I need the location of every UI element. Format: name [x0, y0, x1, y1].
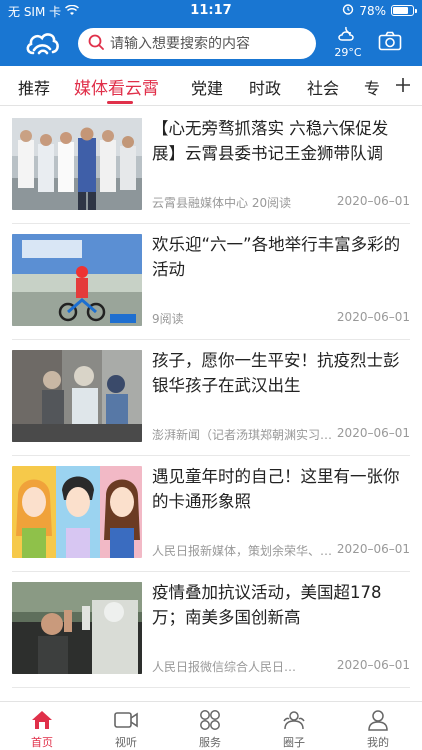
nav-circle[interactable]: 圈子 [264, 708, 324, 750]
news-thumbnail [12, 234, 142, 326]
weather-temperature: 29°C [334, 46, 362, 59]
news-thumbnail [12, 118, 142, 210]
nav-label: 视听 [115, 736, 137, 749]
nav-label: 我的 [367, 736, 389, 749]
video-icon [96, 708, 156, 732]
news-source: 人民日报微信综合人民日… [152, 660, 297, 674]
alarm-icon [342, 3, 354, 18]
nav-video[interactable]: 视听 [96, 708, 156, 750]
nav-home[interactable]: 首页 [12, 708, 72, 750]
tab-party-building[interactable]: 党建 [191, 75, 223, 99]
search-input[interactable] [110, 35, 310, 52]
news-source: 人民日报新媒体，策划余荣华、… [152, 544, 333, 558]
news-date: 2020–06–01 [336, 542, 410, 556]
nav-label: 圈子 [283, 736, 305, 749]
active-tab-indicator [107, 101, 133, 104]
news-title: 欢乐迎“六一”各地举行丰富多彩的活动 [152, 235, 401, 279]
camera-icon[interactable] [378, 31, 402, 55]
home-icon [12, 708, 72, 732]
news-source: 云霄县融媒体中心 20阅读 [152, 196, 292, 210]
divider [12, 687, 410, 688]
nav-profile[interactable]: 我的 [348, 708, 408, 750]
nav-label: 首页 [31, 736, 53, 749]
news-date: 2020–06–01 [336, 310, 410, 324]
news-source: 9阅读 [152, 312, 184, 326]
news-title: 疫情叠加抗议活动，美国超178万；南美多国创新高 [152, 583, 382, 627]
news-source: 澎湃新闻（记者汤琪郑朝渊实习… [152, 428, 333, 442]
app-header: 无 SIM 卡 11:17 78% 29°C [0, 0, 422, 66]
tab-recommend[interactable]: 推荐 [18, 75, 50, 99]
news-date: 2020–06–01 [336, 194, 410, 208]
grid-icon [180, 708, 240, 732]
battery-percent: 78% [359, 3, 386, 18]
news-list: 【心无旁骛抓落实 六稳六保促发展】云霄县委书记王金狮带队调研… 云霄县融媒体中心… [0, 107, 422, 701]
status-bar: 无 SIM 卡 11:17 78% [0, 0, 422, 22]
tab-media-yunxiao[interactable]: 媒体看云霄 [74, 74, 159, 99]
category-tabs: 推荐 媒体看云霄 党建 时政 社会 专 [0, 66, 422, 106]
news-item[interactable]: 遇见童年时的自己！这里有一张你的卡通形象照 人民日报新媒体，策划余荣华、… 20… [12, 455, 410, 571]
nav-services[interactable]: 服务 [180, 708, 240, 750]
cloud-logo-icon[interactable] [24, 29, 60, 57]
bottom-nav: 首页 视听 服务 圈子 我的 [0, 701, 422, 750]
news-title: 【心无旁骛抓落实 六稳六保促发展】云霄县委书记王金狮带队调研… [152, 119, 389, 163]
news-item[interactable]: 欢乐迎“六一”各地举行丰富多彩的活动 9阅读 2020–06–01 [12, 223, 410, 339]
partly-cloudy-night-icon [337, 26, 359, 47]
news-item[interactable]: 【心无旁骛抓落实 六稳六保促发展】云霄县委书记王金狮带队调研… 云霄县融媒体中心… [12, 107, 410, 223]
news-title: 遇见童年时的自己！这里有一张你的卡通形象照 [152, 467, 400, 511]
news-thumbnail [12, 350, 142, 442]
search-icon [88, 34, 104, 54]
news-thumbnail [12, 582, 142, 674]
news-thumbnail [12, 466, 142, 558]
community-icon [264, 708, 324, 732]
weather-widget[interactable]: 29°C [330, 25, 366, 59]
news-date: 2020–06–01 [336, 426, 410, 440]
tab-society[interactable]: 社会 [307, 75, 339, 99]
tab-politics[interactable]: 时政 [249, 75, 281, 99]
tab-special[interactable]: 专 [364, 75, 380, 99]
plus-icon[interactable] [390, 72, 416, 98]
news-item[interactable]: 疫情叠加抗议活动，美国超178万；南美多国创新高 人民日报微信综合人民日… 20… [12, 571, 410, 687]
news-item[interactable]: 孩子，愿你一生平安！抗疫烈士彭银华孩子在武汉出生 澎湃新闻（记者汤琪郑朝渊实习…… [12, 339, 410, 455]
news-date: 2020–06–01 [336, 658, 410, 672]
battery-icon [391, 5, 417, 16]
nav-label: 服务 [199, 736, 221, 749]
news-title: 孩子，愿你一生平安！抗疫烈士彭银华孩子在武汉出生 [152, 351, 400, 395]
user-icon [348, 708, 408, 732]
search-bar[interactable] [78, 28, 316, 59]
